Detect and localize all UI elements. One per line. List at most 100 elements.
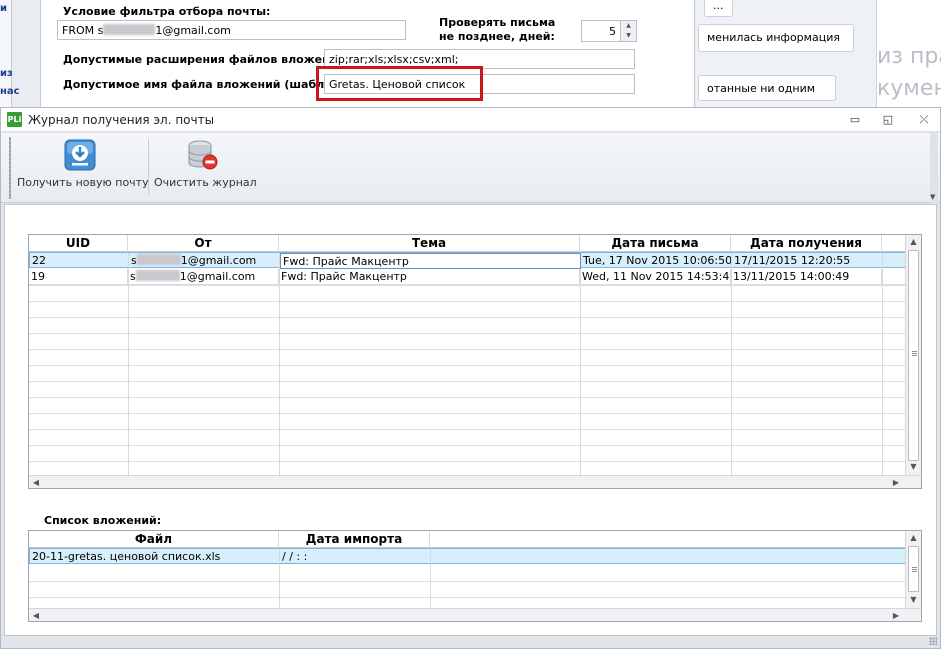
row-divider: [29, 333, 906, 334]
row-divider: [29, 285, 906, 286]
changed-info-box: менилась информация: [698, 24, 854, 52]
attachments-grid-header: Файл Дата импорта: [29, 531, 906, 548]
bg-left-text-1: и: [0, 3, 8, 14]
from-suffix: 1@gmail.com: [179, 270, 256, 283]
row-divider: [29, 597, 906, 598]
scroll-left-icon[interactable]: ◀: [29, 476, 43, 488]
changed-info-text: менилась информация: [707, 31, 840, 44]
row-divider: [29, 581, 906, 582]
scroll-thumb[interactable]: [908, 546, 919, 592]
minimize-icon[interactable]: ▭: [844, 111, 866, 129]
clear-log-button[interactable]: Очистить журнал: [154, 137, 257, 199]
row-divider: [29, 365, 906, 366]
row-divider: [29, 461, 906, 462]
col-header-file[interactable]: Файл: [29, 531, 279, 548]
table-row[interactable]: 19 s 1@gmail.com Fwd: Прайс Макцентр Wed,…: [29, 269, 906, 285]
mail-grid-header: UID От Тема Дата письма Дата получения: [29, 235, 906, 252]
maximize-icon[interactable]: ◱: [877, 111, 899, 129]
background-window: и из нас Условие фильтра отбора почты: F…: [0, 0, 941, 107]
mail-grid: UID От Тема Дата письма Дата получения 2…: [28, 234, 922, 489]
check-days-spinner[interactable]: 5 ▲ ▼: [581, 20, 637, 42]
clear-log-label: Очистить журнал: [154, 176, 257, 189]
unprocessed-box: отанные ни одним: [698, 75, 836, 101]
row-divider: [29, 381, 906, 382]
bg-far-text-1: из пра: [877, 44, 941, 69]
scroll-thumb[interactable]: [908, 250, 919, 461]
mail-grid-hscroll[interactable]: ◀ ▶: [29, 475, 921, 488]
get-new-mail-label: Получить новую почту: [17, 176, 149, 189]
row-divider: [29, 397, 906, 398]
table-row[interactable]: 20-11-gretas. ценовой список.xls / / : :: [29, 548, 906, 565]
resize-grip-icon[interactable]: [929, 637, 937, 645]
filter-condition-input[interactable]: FROM s 1@gmail.com: [57, 20, 406, 40]
row-divider: [29, 445, 906, 446]
ellipsis-button[interactable]: ...: [704, 0, 733, 17]
title-bar[interactable]: PLi Журнал получения эл. почты ▭ ◱ ⤫: [1, 108, 940, 132]
bg-far-text-2: кумен: [877, 76, 941, 101]
scroll-up-icon[interactable]: ▲: [906, 531, 921, 545]
extensions-label: Допустимые расширения файлов вложений:: [63, 53, 350, 66]
col-header-import-date[interactable]: Дата импорта: [279, 531, 430, 548]
filter-value-prefix: FROM s: [62, 24, 104, 37]
cell-date-received: 17/11/2015 12:20:55: [732, 253, 883, 269]
cell-import-date: / / : :: [280, 549, 431, 565]
background-right-pane: ... менилась информация отанные ни одним: [696, 0, 876, 107]
filter-value-suffix: 1@gmail.com: [155, 24, 231, 37]
redacted-email-blur: [135, 270, 180, 281]
attachments-hscroll[interactable]: ◀ ▶: [29, 608, 921, 621]
database-delete-icon: [187, 139, 219, 171]
cell-from: s 1@gmail.com: [128, 269, 279, 285]
close-icon[interactable]: ⤫: [913, 111, 935, 129]
unprocessed-text: отанные ни одним: [707, 82, 816, 95]
background-far-pane: из пра кумен: [876, 0, 941, 107]
attachments-grid: Файл Дата импорта 20-11-gretas. ценовой …: [28, 530, 922, 622]
mail-download-icon: [64, 139, 96, 171]
col-header-date-sent[interactable]: Дата письма: [580, 235, 731, 252]
cell-uid: 19: [29, 269, 128, 285]
scroll-right-icon[interactable]: ▶: [889, 609, 903, 621]
cell-uid: 22: [30, 253, 129, 269]
cell-date-received: 13/11/2015 14:00:49: [731, 269, 882, 285]
row-divider: [29, 349, 906, 350]
mail-grid-vscroll[interactable]: ▲ ▼: [905, 235, 921, 475]
bg-left-text-2: из: [0, 68, 13, 79]
toolbar: Получить новую почту Очистить журнал ▼: [1, 133, 940, 203]
cell-subject[interactable]: Fwd: Прайс Макцентр: [280, 253, 581, 269]
log-body: UID От Тема Дата письма Дата получения 2…: [4, 204, 937, 636]
scroll-down-icon[interactable]: ▼: [906, 593, 921, 607]
cell-date-sent: Wed, 11 Nov 2015 14:53:49 +: [582, 269, 731, 285]
toolbar-separator: [148, 139, 149, 195]
col-header-from[interactable]: От: [128, 235, 279, 252]
spinner-buttons[interactable]: ▲ ▼: [620, 21, 636, 41]
redacted-email-blur: [136, 254, 181, 265]
toolbar-overflow[interactable]: ▼: [930, 133, 938, 203]
extensions-value: zip;rar;xls;xlsx;csv;xml;: [329, 53, 459, 66]
scroll-down-icon[interactable]: ▼: [906, 460, 921, 474]
filter-condition-label: Условие фильтра отбора почты:: [63, 5, 271, 18]
attachments-label: Список вложений:: [44, 514, 162, 527]
row-divider: [29, 317, 906, 318]
row-divider: [29, 413, 906, 414]
scroll-left-icon[interactable]: ◀: [29, 609, 43, 621]
mail-settings-form: Условие фильтра отбора почты: FROM s 1@gm…: [40, 0, 695, 107]
template-label: Допустимое имя файла вложений (шаблон): [63, 78, 345, 91]
scroll-right-icon[interactable]: ▶: [889, 476, 903, 488]
get-new-mail-button[interactable]: Получить новую почту: [17, 137, 149, 199]
redacted-email-blur: [103, 24, 156, 35]
col-header-date-received[interactable]: Дата получения: [731, 235, 882, 252]
overflow-chevron-icon[interactable]: ▼: [930, 193, 935, 201]
row-divider: [29, 301, 906, 302]
bg-left-text-3: нас: [0, 86, 20, 97]
scroll-up-icon[interactable]: ▲: [906, 235, 921, 249]
mail-log-window: PLi Журнал получения эл. почты ▭ ◱ ⤫ Пол…: [0, 107, 941, 649]
spin-up-icon[interactable]: ▲: [621, 21, 636, 31]
col-header-uid[interactable]: UID: [29, 235, 128, 252]
col-header-subject[interactable]: Тема: [279, 235, 580, 252]
cell-file: 20-11-gretas. ценовой список.xls: [30, 549, 280, 565]
toolbar-grip[interactable]: [9, 137, 11, 199]
cell-subject: Fwd: Прайс Макцентр: [279, 269, 580, 285]
check-days-value: 5: [609, 25, 616, 38]
table-row[interactable]: 22 s 1@gmail.com Fwd: Прайс Макцентр Tue,…: [29, 252, 906, 269]
attachments-vscroll[interactable]: ▲ ▼: [905, 531, 921, 608]
spin-down-icon[interactable]: ▼: [621, 31, 636, 41]
